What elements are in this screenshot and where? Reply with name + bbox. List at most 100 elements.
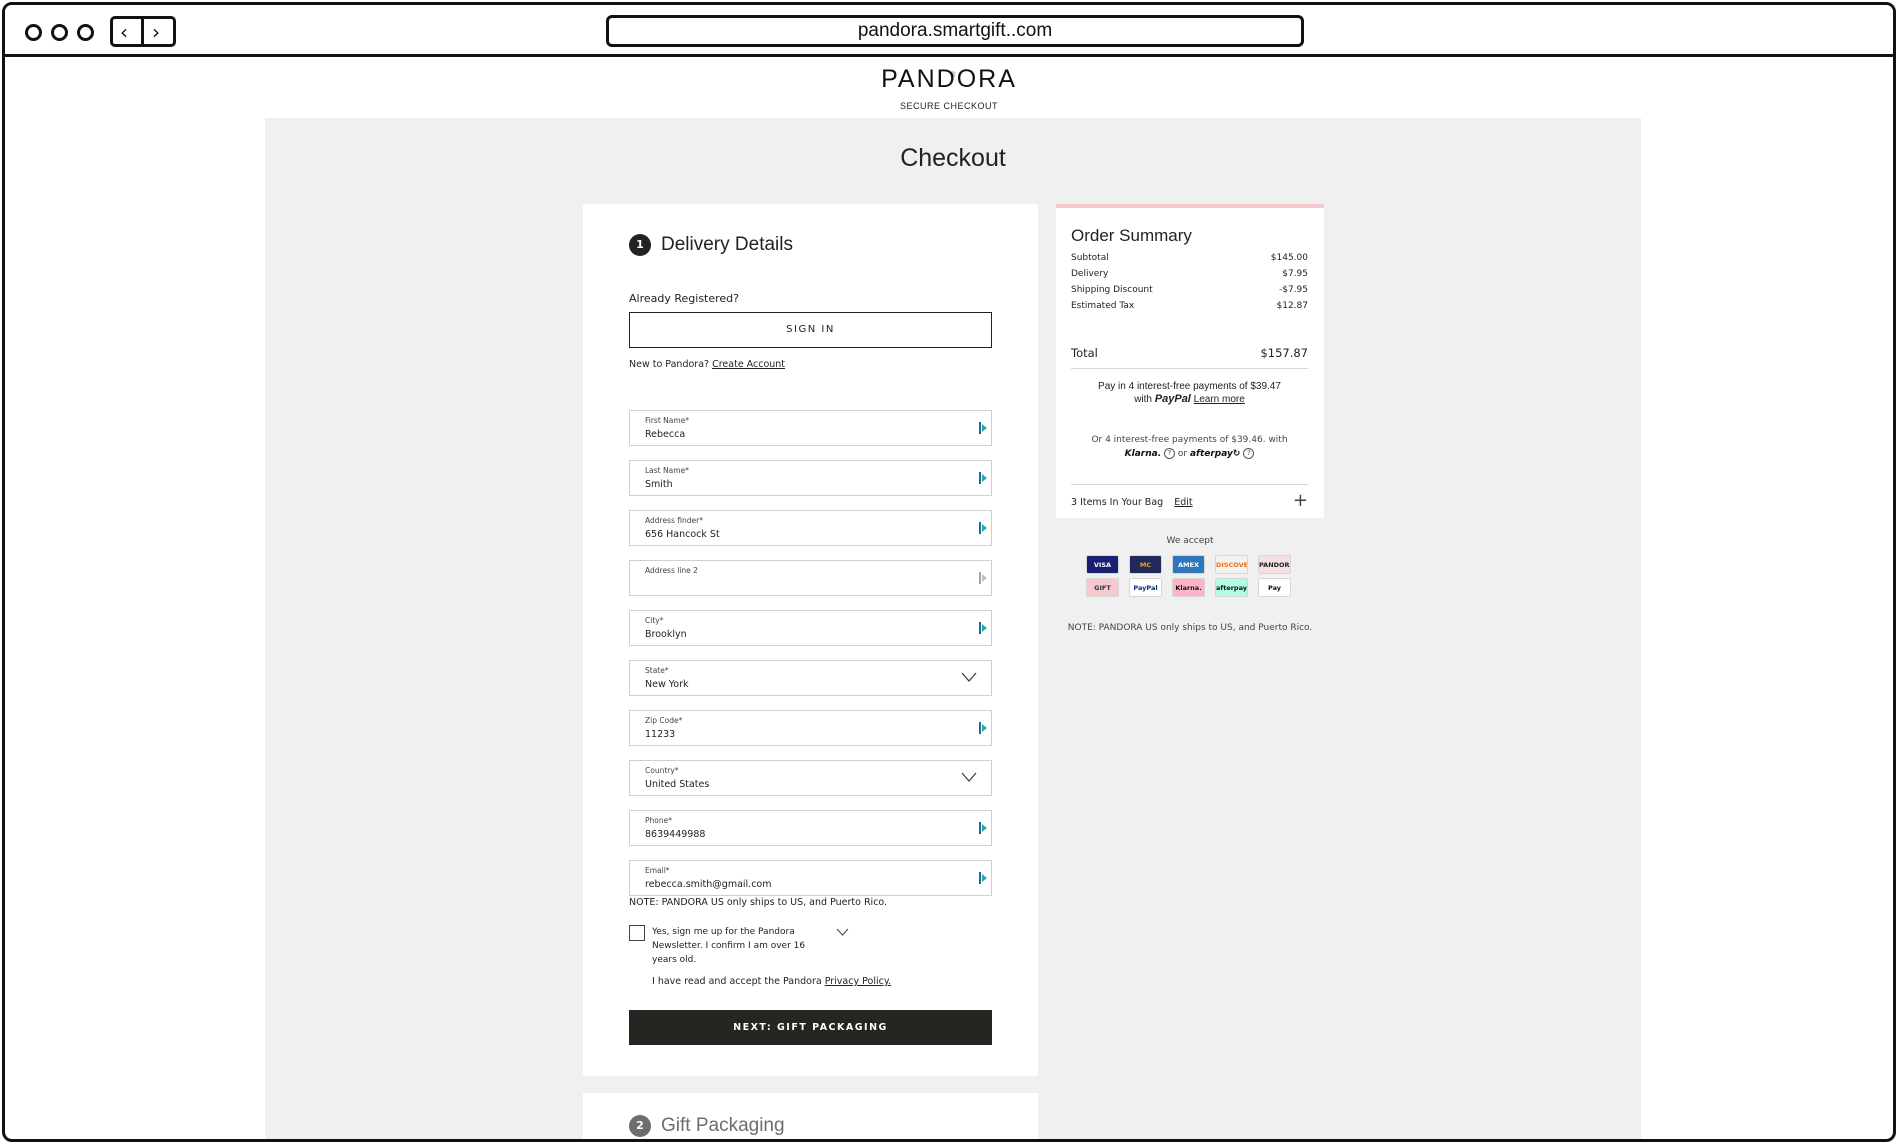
zip-code-field[interactable]: Zip Code* 11233: [629, 710, 992, 746]
country-select[interactable]: Country* United States: [629, 760, 992, 796]
privacy-policy-link[interactable]: Privacy Policy.: [825, 976, 891, 987]
payment-method-afterpay-icon: afterpay: [1215, 578, 1248, 597]
autofill-icon[interactable]: [979, 721, 987, 735]
field-label: Phone*: [645, 816, 672, 825]
chevron-down-icon[interactable]: [961, 672, 977, 682]
step-number-badge: 1: [629, 234, 651, 256]
autofill-icon[interactable]: [979, 621, 987, 635]
field-label: Zip Code*: [645, 716, 683, 725]
page-title: Checkout: [900, 144, 1006, 172]
paypal-line-2: with PayPal Learn more: [1071, 393, 1308, 406]
next-gift-packaging-button[interactable]: NEXT: GIFT PACKAGING: [629, 1010, 992, 1045]
autofill-icon[interactable]: [979, 571, 987, 585]
total-label: Total: [1071, 346, 1098, 360]
chevron-down-icon[interactable]: [961, 772, 977, 782]
field-label: Email*: [645, 866, 670, 875]
brand-header: ♕ PANDORA SECURE CHECKOUT: [5, 61, 1893, 111]
paypal-logo: PayPal: [1154, 393, 1191, 405]
field-value[interactable]: Smith: [645, 479, 673, 490]
estimated-tax-row: Estimated Tax $12.87: [1071, 301, 1308, 311]
nav-buttons: ‹ ›: [110, 16, 176, 47]
payment-method-gift-icon: GIFT: [1086, 578, 1119, 597]
chevron-down-icon[interactable]: [836, 928, 849, 936]
address-finder-field[interactable]: Address finder* 656 Hancock St: [629, 510, 992, 546]
browser-window: ‹ › pandora.smartgift..com ♕ PANDORA SECU…: [2, 2, 1896, 1142]
newsletter-checkbox[interactable]: [629, 925, 645, 941]
window-control-dot[interactable]: [51, 24, 68, 41]
pandora-logo[interactable]: ♕ PANDORA: [881, 61, 1017, 97]
autofill-icon[interactable]: [979, 521, 987, 535]
field-value[interactable]: 8639449988: [645, 829, 705, 840]
new-to-pandora: New to Pandora? Create Account: [629, 359, 785, 370]
first-name-field[interactable]: First Name* Rebecca: [629, 410, 992, 446]
field-value[interactable]: 11233: [645, 729, 675, 740]
address-line-2-field[interactable]: Address line 2: [629, 560, 992, 596]
already-registered-label: Already Registered?: [629, 292, 739, 305]
field-label: State*: [645, 666, 669, 675]
summary-row-value: -$7.95: [1278, 285, 1308, 295]
step-title: Delivery Details: [661, 234, 793, 255]
autofill-icon[interactable]: [979, 421, 987, 435]
afterpay-text: afterpay: [1189, 449, 1233, 459]
phone-field[interactable]: Phone* 8639449988: [629, 810, 992, 846]
city-field[interactable]: City* Brooklyn: [629, 610, 992, 646]
window-control-dot[interactable]: [77, 24, 94, 41]
summary-row-value: $7.95: [1282, 269, 1308, 279]
field-label: First Name*: [645, 416, 690, 425]
forward-arrow-icon[interactable]: ›: [152, 21, 160, 43]
field-value[interactable]: 656 Hancock St: [645, 529, 720, 540]
we-accept-label: We accept: [1166, 536, 1214, 546]
shipping-note-sidebar: NOTE: PANDORA US only ships to US, and P…: [1067, 623, 1313, 633]
browser-toolbar: ‹ › pandora.smartgift..com: [5, 5, 1893, 57]
field-value[interactable]: Brooklyn: [645, 629, 687, 640]
step-header: 2 Gift Packaging: [629, 1115, 785, 1137]
last-name-field[interactable]: Last Name* Smith: [629, 460, 992, 496]
privacy-text: I have read and accept the Pandora Priva…: [652, 976, 891, 987]
field-value[interactable]: New York: [645, 679, 689, 690]
paypal-learn-more-link[interactable]: Learn more: [1194, 394, 1245, 405]
shipping-note: NOTE: PANDORA US only ships to US, and P…: [629, 897, 888, 908]
summary-row-label: Delivery: [1071, 269, 1109, 279]
payment-method-klarna-icon: Klarna.: [1172, 578, 1205, 597]
klarna-afterpay-message: Or 4 interest-free payments of $39.46. w…: [1071, 433, 1308, 461]
shipping-discount-row: Shipping Discount -$7.95: [1071, 285, 1308, 295]
summary-row-label: Subtotal: [1071, 253, 1109, 263]
create-account-link[interactable]: Create Account: [712, 359, 785, 370]
payment-method-amex-icon: AMEX: [1172, 555, 1205, 574]
window-control-dot[interactable]: [25, 24, 42, 41]
field-value[interactable]: United States: [645, 779, 709, 790]
new-to-text: New to Pandora?: [629, 359, 710, 370]
order-summary-card: Order Summary Subtotal $145.00 Delivery $7.…: [1056, 204, 1324, 518]
payment-method-pandora-icon: PANDORA: [1258, 555, 1291, 574]
bag-items-text: 3 Items In Your Bag: [1071, 497, 1164, 508]
afterpay-logo: afterpay↻: [1189, 449, 1241, 459]
payment-methods: VISA MC AMEX DISCOVER PANDORA GIFT PayPal Klarn…: [1086, 555, 1296, 597]
nav-divider: [141, 19, 144, 44]
gift-packaging-card[interactable]: 2 Gift Packaging: [583, 1093, 1038, 1139]
field-label: Country*: [645, 766, 679, 775]
url-bar[interactable]: pandora.smartgift..com: [606, 15, 1304, 47]
payment-method-mc-icon: MC: [1129, 555, 1162, 574]
field-value[interactable]: Rebecca: [645, 429, 685, 440]
total-row: Total $157.87: [1071, 346, 1308, 360]
email-field[interactable]: Email* rebecca.smith@gmail.com: [629, 860, 992, 896]
paypal-message: Pay in 4 interest-free payments of $39.4…: [1071, 380, 1308, 406]
sign-in-button[interactable]: SIGN IN: [629, 312, 992, 348]
expand-plus-icon[interactable]: +: [1293, 492, 1308, 510]
field-label: Address finder*: [645, 516, 703, 525]
payment-method-paypal-icon: PayPal: [1129, 578, 1162, 597]
secure-checkout-label: SECURE CHECKOUT: [899, 101, 998, 111]
bag-items-row[interactable]: 3 Items In Your Bag Edit +: [1071, 492, 1308, 510]
state-select[interactable]: State* New York: [629, 660, 992, 696]
help-icon[interactable]: ?: [1164, 448, 1175, 459]
autofill-icon[interactable]: [979, 471, 987, 485]
back-arrow-icon[interactable]: ‹: [120, 21, 128, 43]
autofill-icon[interactable]: [979, 871, 987, 885]
field-label: City*: [645, 616, 664, 625]
help-icon[interactable]: ?: [1243, 448, 1255, 459]
edit-bag-link[interactable]: Edit: [1174, 497, 1192, 508]
field-value[interactable]: rebecca.smith@gmail.com: [645, 879, 772, 890]
bnpl-logos: Klarna. ? or afterpay↻ ?: [1071, 447, 1308, 461]
subtotal-row: Subtotal $145.00: [1071, 253, 1308, 263]
autofill-icon[interactable]: [979, 821, 987, 835]
